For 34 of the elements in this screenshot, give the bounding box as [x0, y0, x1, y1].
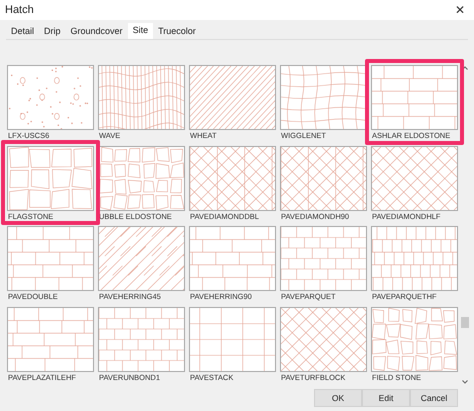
- hatch-swatch[interactable]: [371, 146, 458, 210]
- hatch-swatch[interactable]: [98, 226, 185, 291]
- hatch-swatch[interactable]: [98, 306, 185, 372]
- tab[interactable]: Detail: [6, 25, 40, 39]
- tab[interactable]: Site: [128, 23, 154, 39]
- hatch-swatch[interactable]: [7, 65, 94, 130]
- hatch-swatch[interactable]: [189, 306, 276, 372]
- hatch-swatch[interactable]: [280, 226, 367, 291]
- hatch-swatch[interactable]: [189, 146, 276, 210]
- hatch-swatch[interactable]: [189, 65, 276, 130]
- hatch-swatch[interactable]: [280, 146, 367, 210]
- tab[interactable]: Drip: [39, 25, 66, 39]
- hatch-swatch[interactable]: [7, 226, 94, 291]
- dialog-button[interactable]: Edit: [362, 389, 410, 407]
- hatch-swatch[interactable]: [371, 65, 458, 130]
- scroll-down-icon[interactable]: [462, 380, 468, 384]
- hatch-swatch[interactable]: [7, 306, 94, 372]
- scrollbar[interactable]: [460, 65, 470, 385]
- hatch-swatch[interactable]: [98, 65, 185, 130]
- hatch-swatch[interactable]: [371, 226, 458, 291]
- scroll-up-icon[interactable]: [462, 66, 468, 70]
- window-title: Hatch: [5, 2, 34, 18]
- dialog-button[interactable]: Cancel: [410, 389, 458, 407]
- close-button[interactable]: ✕: [451, 1, 469, 19]
- hatch-swatch[interactable]: [280, 306, 367, 372]
- dialog-button[interactable]: OK: [314, 389, 362, 407]
- hatch-swatch[interactable]: [189, 226, 276, 291]
- hatch-swatch[interactable]: [371, 306, 458, 372]
- scroll-thumb[interactable]: [461, 317, 469, 328]
- hatch-swatch[interactable]: [7, 146, 94, 210]
- hatch-swatch[interactable]: [280, 65, 367, 130]
- tab[interactable]: Groundcover: [66, 25, 128, 39]
- tab[interactable]: Truecolor: [153, 25, 201, 39]
- hatch-swatch[interactable]: [98, 146, 185, 210]
